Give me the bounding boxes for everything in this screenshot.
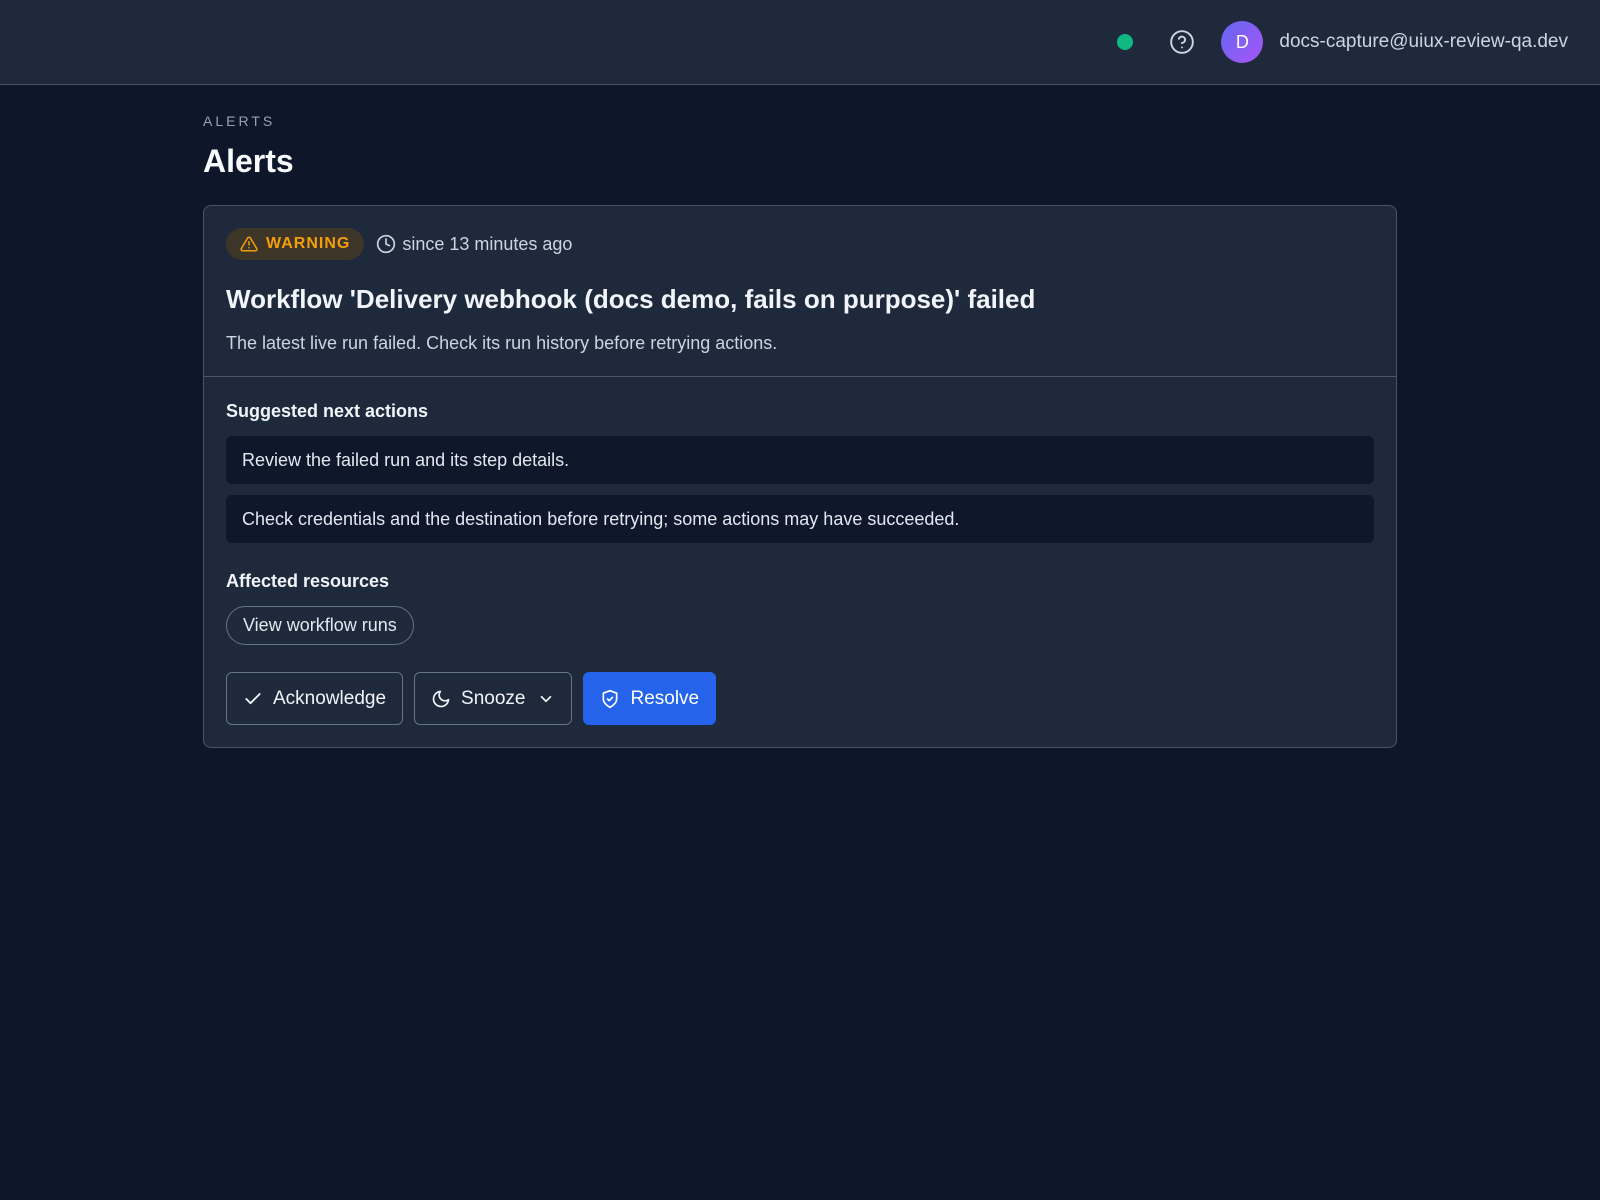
moon-icon	[432, 690, 450, 707]
alert-card-body: Suggested next actions Review the failed…	[204, 377, 1396, 747]
suggested-actions-heading: Suggested next actions	[226, 401, 429, 421]
snooze-label: Snooze	[461, 687, 526, 709]
acknowledge-button[interactable]: Acknowledge	[226, 672, 404, 725]
warning-icon	[240, 236, 258, 252]
check-icon	[245, 692, 261, 704]
main-content: ALERTS Alerts WARNING since 13 minutes a…	[203, 113, 1397, 748]
severity-label: WARNING	[266, 235, 351, 252]
status-indicator	[1117, 34, 1134, 50]
alert-meta: WARNING since 13 minutes ago	[226, 228, 1374, 260]
acknowledge-label: Acknowledge	[273, 687, 387, 709]
clock-icon	[377, 234, 396, 254]
alert-actions: Acknowledge Snooze Resolve	[226, 672, 1374, 725]
affected-resources-heading: Affected resources	[226, 571, 390, 591]
list-item: Check credentials and the destination be…	[226, 495, 1374, 543]
page-title: Alerts	[203, 143, 294, 179]
shield-check-icon	[602, 689, 618, 708]
avatar[interactable]: D	[1221, 21, 1264, 63]
chevron-down-icon	[541, 695, 552, 702]
top-bar: D docs-capture@uiux-review-qa.dev	[0, 0, 1600, 85]
severity-badge: WARNING	[226, 228, 365, 260]
snooze-button[interactable]: Snooze	[414, 672, 573, 725]
alert-card-header: WARNING since 13 minutes ago Workflow 'D…	[204, 206, 1396, 377]
alert-description: The latest live run failed. Check its ru…	[226, 333, 778, 353]
suggested-actions-list: Review the failed run and its step detai…	[226, 436, 1374, 543]
resolve-button[interactable]: Resolve	[583, 672, 717, 725]
user-email[interactable]: docs-capture@uiux-review-qa.dev	[1279, 31, 1568, 53]
help-icon[interactable]	[1169, 29, 1195, 55]
since-text: since 13 minutes ago	[402, 233, 573, 254]
alert-title: Workflow 'Delivery webhook (docs demo, f…	[226, 284, 1036, 314]
alert-since: since 13 minutes ago	[376, 234, 572, 255]
view-workflow-runs-link[interactable]: View workflow runs	[226, 606, 414, 645]
alert-card: WARNING since 13 minutes ago Workflow 'D…	[203, 205, 1397, 748]
breadcrumb: ALERTS	[203, 113, 276, 129]
resolve-label: Resolve	[630, 687, 700, 709]
list-item: Review the failed run and its step detai…	[226, 436, 1374, 484]
